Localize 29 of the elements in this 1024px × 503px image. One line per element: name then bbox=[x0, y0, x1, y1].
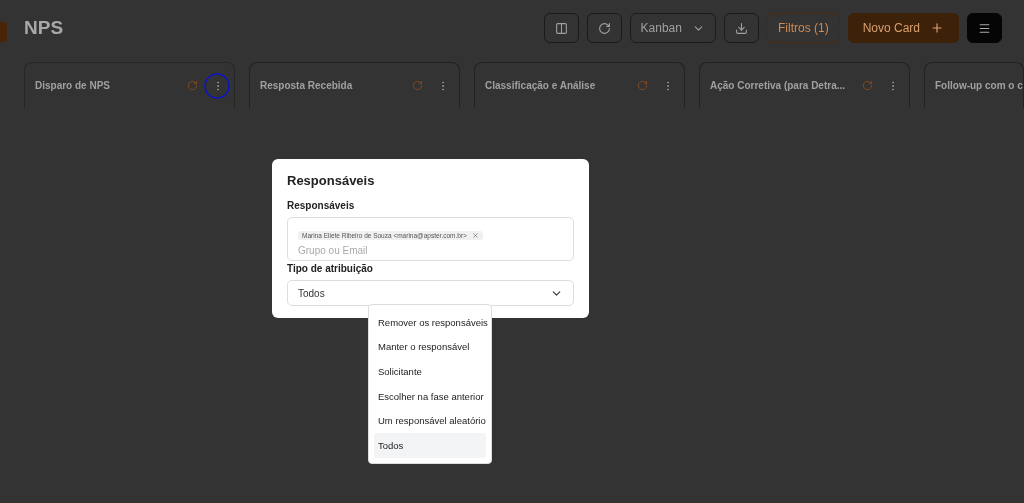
dialog-title: Responsáveis bbox=[287, 173, 376, 188]
column-title: Classificação e Análise bbox=[485, 80, 597, 91]
refresh-icon bbox=[597, 21, 611, 35]
view-select[interactable]: Kanban bbox=[629, 13, 716, 43]
plus-icon bbox=[930, 21, 944, 35]
select-field[interactable]: Todos bbox=[287, 280, 574, 306]
new-card-button[interactable]: Novo Card bbox=[847, 13, 959, 43]
menu-option[interactable]: Todos bbox=[374, 432, 486, 458]
field-label: Tipo de atribuição bbox=[287, 263, 374, 274]
menu-icon bbox=[978, 21, 991, 35]
menu-option[interactable]: Um responsável aleatório bbox=[374, 408, 486, 433]
menu-option[interactable]: Manter o responsável bbox=[374, 334, 486, 360]
column-title: Disparo de NPS bbox=[35, 80, 112, 91]
column-title: Follow-up com o c bbox=[935, 80, 1023, 91]
page-title: NPS bbox=[24, 17, 64, 39]
columns-icon bbox=[554, 21, 568, 35]
field-label: Responsáveis bbox=[287, 200, 356, 211]
column-title: Ação Corretiva (para Detra... bbox=[710, 80, 847, 91]
close-icon[interactable] bbox=[471, 232, 479, 239]
columns-button[interactable] bbox=[543, 13, 579, 43]
download-icon bbox=[734, 21, 748, 35]
menu-option[interactable]: Solicitante bbox=[374, 359, 486, 384]
download-button[interactable] bbox=[723, 13, 759, 43]
column-title: Resposta Recebida bbox=[260, 80, 354, 91]
menu-option[interactable]: Escolher na fase anterior bbox=[374, 383, 486, 409]
menu-button[interactable] bbox=[967, 13, 1002, 43]
menu-option[interactable]: Remover os responsáveis bbox=[374, 310, 486, 335]
filters-button[interactable]: Filtros (1) bbox=[766, 13, 840, 43]
refresh-button[interactable] bbox=[586, 13, 622, 43]
